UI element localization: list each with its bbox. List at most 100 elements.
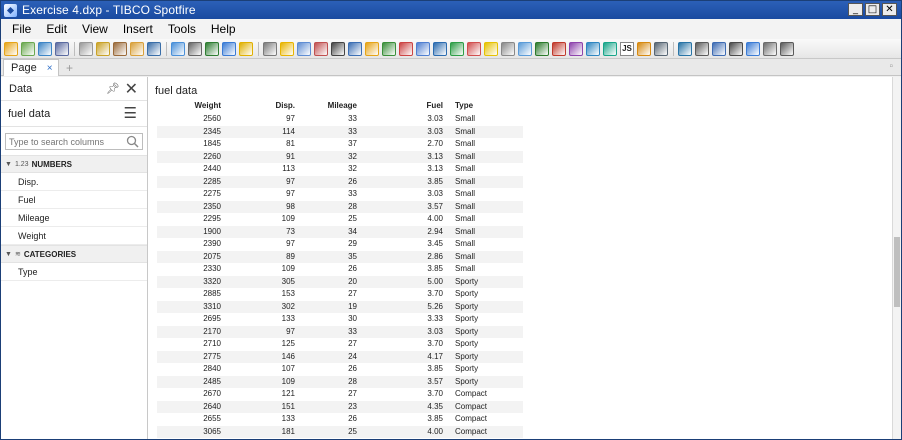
toolbar-tool-icon[interactable] xyxy=(96,41,110,56)
table-row[interactable]: 1900 73 34 2.94 Small xyxy=(157,225,523,238)
toolbar-tool-icon[interactable] xyxy=(55,41,69,56)
toolbar-tool-icon[interactable] xyxy=(416,41,430,56)
hamburger-menu-icon[interactable]: ☰ xyxy=(124,104,137,122)
close-panel-icon[interactable]: ✕ xyxy=(125,79,138,99)
table-row[interactable]: 3320 305 20 5.00 Sporty xyxy=(157,275,523,288)
toolbar-tool-icon[interactable] xyxy=(147,41,161,56)
toolbar-tool-icon[interactable] xyxy=(314,41,328,56)
column-header-fuel[interactable]: Fuel xyxy=(415,101,443,110)
toolbar-tool-icon[interactable] xyxy=(780,41,794,56)
toolbar-tool-icon[interactable] xyxy=(130,41,144,56)
table-row[interactable]: 2170 97 33 3.03 Sporty xyxy=(157,325,523,338)
tab-close-icon[interactable]: × xyxy=(47,63,53,74)
maximize-button[interactable]: □ xyxy=(865,3,880,16)
toolbar-tool-icon[interactable] xyxy=(38,41,52,56)
menu-insert[interactable]: Insert xyxy=(123,22,153,36)
toolbar-tool-icon[interactable] xyxy=(712,41,726,56)
column-item[interactable]: Fuel xyxy=(1,191,147,209)
toolbar-tool-icon[interactable] xyxy=(603,41,617,56)
toolbar-tool-icon[interactable] xyxy=(450,41,464,56)
toolbar-tool-icon[interactable] xyxy=(365,41,379,56)
column-item[interactable]: Mileage xyxy=(1,209,147,227)
column-item[interactable]: Weight xyxy=(1,227,147,245)
collapse-caret-icon[interactable]: ▼ xyxy=(5,251,12,258)
table-row[interactable]: 2840 107 26 3.85 Sporty xyxy=(157,363,523,376)
column-header-mileage[interactable]: Mileage xyxy=(327,101,357,110)
column-item[interactable]: Disp. xyxy=(1,173,147,191)
toolbar-tool-icon[interactable] xyxy=(433,41,447,56)
toolbar-tool-icon[interactable] xyxy=(678,41,692,56)
table-row[interactable]: 2330 109 26 3.85 Small xyxy=(157,263,523,276)
numbers-group-header[interactable]: ▼ 1.23 NUMBERS xyxy=(1,155,147,173)
toolbar-tool-icon[interactable] xyxy=(535,41,549,56)
toolbar-tool-icon[interactable] xyxy=(382,41,396,56)
table-row[interactable]: 2075 89 35 2.86 Small xyxy=(157,250,523,263)
table-row[interactable]: 2485 109 28 3.57 Sporty xyxy=(157,375,523,388)
pin-icon[interactable]: 📌︎ xyxy=(106,82,120,95)
scrollbar-thumb[interactable] xyxy=(894,237,900,307)
table-row[interactable]: 3065 181 25 4.00 Compact xyxy=(157,425,523,438)
menu-edit[interactable]: Edit xyxy=(46,22,67,36)
toolbar-tool-icon[interactable] xyxy=(79,41,93,56)
toolbar-tool-icon[interactable] xyxy=(399,41,413,56)
toolbar-tool-icon[interactable] xyxy=(654,41,668,56)
vertical-scrollbar[interactable] xyxy=(892,77,901,439)
table-row[interactable]: 2390 97 29 3.45 Small xyxy=(157,238,523,251)
collapse-caret-icon[interactable]: ▼ xyxy=(5,161,12,168)
toolbar-tool-icon[interactable] xyxy=(746,41,760,56)
toolbar-tool-icon[interactable] xyxy=(4,41,18,56)
search-icon[interactable] xyxy=(126,135,139,148)
table-row[interactable]: 2350 98 28 3.57 Small xyxy=(157,200,523,213)
toolbar-tool-icon[interactable] xyxy=(552,41,566,56)
toolbar-tool-icon[interactable] xyxy=(467,41,481,56)
add-page-icon[interactable]: + xyxy=(66,61,73,75)
table-row[interactable]: 2295 109 25 4.00 Small xyxy=(157,213,523,226)
table-row[interactable]: 2710 125 27 3.70 Sporty xyxy=(157,338,523,351)
table-row[interactable]: 2275 97 33 3.03 Small xyxy=(157,188,523,201)
toolbar-tool-icon[interactable] xyxy=(171,41,185,56)
table-row[interactable]: 2260 91 32 3.13 Small xyxy=(157,150,523,163)
categories-group-header[interactable]: ▼ ≋ CATEGORIES xyxy=(1,245,147,263)
toolbar-tool-icon[interactable] xyxy=(518,41,532,56)
table-row[interactable]: 2345 114 33 3.03 Small xyxy=(157,125,523,138)
table-row[interactable]: 2440 113 32 3.13 Small xyxy=(157,163,523,176)
table-row[interactable]: 2775 146 24 4.17 Sporty xyxy=(157,350,523,363)
menu-file[interactable]: File xyxy=(12,22,31,36)
column-header-weight[interactable]: Weight xyxy=(177,101,221,110)
toolbar-tool-icon[interactable] xyxy=(113,41,127,56)
table-row[interactable]: 1845 81 37 2.70 Small xyxy=(157,138,523,151)
toolbar-tool-icon[interactable] xyxy=(205,41,219,56)
table-row[interactable]: 2285 97 26 3.85 Small xyxy=(157,175,523,188)
table-row[interactable]: 2655 133 26 3.85 Compact xyxy=(157,413,523,426)
menu-help[interactable]: Help xyxy=(211,22,236,36)
toolbar-tool-icon[interactable] xyxy=(569,41,583,56)
toolbar-tool-icon[interactable] xyxy=(484,41,498,56)
toolbar-tool-icon[interactable] xyxy=(222,41,236,56)
tab-page[interactable]: Page × xyxy=(3,59,59,76)
column-header-type[interactable]: Type xyxy=(455,101,515,110)
table-row[interactable]: 2885 153 27 3.70 Sporty xyxy=(157,288,523,301)
table-row[interactable]: 2640 151 23 4.35 Compact xyxy=(157,400,523,413)
column-header-disp[interactable]: Disp. xyxy=(267,101,295,110)
toolbar-tool-icon[interactable] xyxy=(695,41,709,56)
page-navigator-icon[interactable]: ▫ xyxy=(889,61,893,72)
table-row[interactable]: 2560 97 33 3.03 Small xyxy=(157,113,523,126)
table-row[interactable]: 2695 133 30 3.33 Sporty xyxy=(157,313,523,326)
minimize-button[interactable]: _ xyxy=(848,3,863,16)
toolbar-tool-icon[interactable] xyxy=(729,41,743,56)
column-item[interactable]: Type xyxy=(1,263,147,281)
toolbar-tool-icon[interactable] xyxy=(239,41,253,56)
toolbar-tool-icon[interactable] xyxy=(263,41,277,56)
toolbar-tool-icon[interactable] xyxy=(331,41,345,56)
toolbar-tool-icon[interactable] xyxy=(348,41,362,56)
menu-tools[interactable]: Tools xyxy=(168,22,196,36)
javascript-icon[interactable]: JS xyxy=(620,41,634,56)
toolbar-tool-icon[interactable] xyxy=(501,41,515,56)
table-row[interactable]: 2670 121 27 3.70 Compact xyxy=(157,388,523,401)
column-search-input[interactable] xyxy=(6,134,124,149)
table-row[interactable]: 3310 302 19 5.26 Sporty xyxy=(157,300,523,313)
toolbar-tool-icon[interactable] xyxy=(188,41,202,56)
toolbar-tool-icon[interactable] xyxy=(763,41,777,56)
toolbar-tool-icon[interactable] xyxy=(637,41,651,56)
close-window-button[interactable]: ✕ xyxy=(882,3,897,16)
